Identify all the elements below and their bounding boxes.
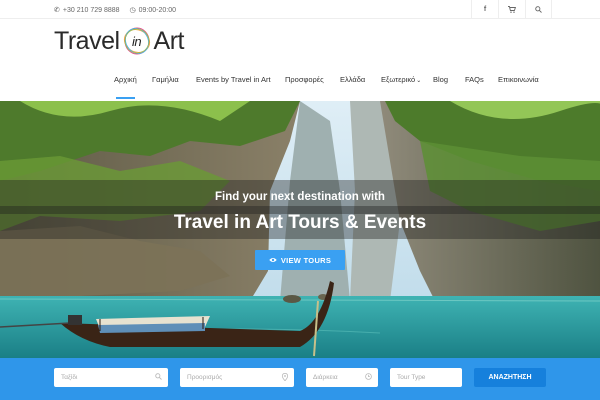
view-tours-button[interactable]: VIEW TOURS xyxy=(255,250,345,270)
logo-text-travel: Travel xyxy=(54,26,120,55)
nav-item-greece[interactable]: Ελλάδα xyxy=(340,75,365,84)
search-icon xyxy=(535,6,542,13)
destination-placeholder: Προορισμός xyxy=(187,374,223,381)
duration-select[interactable]: Διάρκεια xyxy=(306,368,378,387)
phone-contact[interactable]: ✆ +30 210 729 8888 xyxy=(54,6,120,15)
nav-item-offers[interactable]: Προσφορές xyxy=(285,75,324,84)
nav-item-faqs[interactable]: FAQs xyxy=(465,75,484,84)
tour-type-select[interactable]: Tour Type xyxy=(390,368,462,387)
tour-type-placeholder: Tour Type xyxy=(397,374,426,381)
top-bar: ✆ +30 210 729 8888 ◷ 09:00-20:00 f xyxy=(0,0,600,19)
tour-search-bar: Ταξίδι Προορισμός Διάρκεια Tour Type ΑΝΑ… xyxy=(0,358,600,400)
main-navigation: Αρχική Γαμήλια Events by Travel in Art Π… xyxy=(0,71,600,99)
nav-item-abroad[interactable]: Εξωτερικό⌄ xyxy=(381,75,421,84)
nav-item-contact[interactable]: Επικοινωνία xyxy=(498,75,539,84)
clock-icon xyxy=(365,373,372,380)
opening-hours: ◷ 09:00-20:00 xyxy=(129,6,176,15)
view-tours-label: VIEW TOURS xyxy=(280,255,332,265)
eye-icon xyxy=(269,258,277,262)
facebook-icon: f xyxy=(483,6,487,13)
search-icon xyxy=(155,373,162,380)
logo-text-art: Art xyxy=(153,26,185,55)
nav-item-home[interactable]: Αρχική xyxy=(114,75,137,99)
trip-search-input[interactable]: Ταξίδι xyxy=(54,368,168,387)
map-pin-icon xyxy=(282,373,288,381)
trip-placeholder: Ταξίδι xyxy=(61,374,78,381)
search-toggle-button[interactable] xyxy=(525,0,552,19)
hero-banner: Find your next destination with Travel i… xyxy=(0,101,600,358)
clock-icon: ◷ xyxy=(129,7,136,14)
cart-icon xyxy=(508,6,516,13)
logo-emblem: in xyxy=(122,25,152,57)
cart-button[interactable] xyxy=(498,0,525,19)
nav-item-blog[interactable]: Blog xyxy=(433,75,448,84)
nav-item-abroad-label: Εξωτερικό xyxy=(381,75,416,84)
phone-icon: ✆ xyxy=(54,7,60,14)
chevron-down-icon: ⌄ xyxy=(416,78,422,84)
destination-select[interactable]: Προορισμός xyxy=(180,368,294,387)
search-submit-button[interactable]: ΑΝΑΖΗΤΗΣΗ xyxy=(474,368,546,387)
contact-info: ✆ +30 210 729 8888 ◷ 09:00-20:00 xyxy=(54,6,176,15)
hours-text: 09:00-20:00 xyxy=(138,6,176,14)
site-logo[interactable]: Travel in Art xyxy=(54,23,184,59)
topbar-actions: f xyxy=(471,0,552,19)
phone-number: +30 210 729 8888 xyxy=(62,6,120,14)
hero-title: Travel in Art Tours & Events xyxy=(173,212,427,233)
nav-item-events[interactable]: Events by Travel in Art xyxy=(196,75,271,84)
nav-item-weddings[interactable]: Γαμήλια xyxy=(152,75,179,84)
facebook-link[interactable]: f xyxy=(471,0,498,19)
logo-text-in: in xyxy=(131,33,142,49)
duration-placeholder: Διάρκεια xyxy=(313,374,338,381)
hero-tagline: Find your next destination with xyxy=(215,191,385,203)
